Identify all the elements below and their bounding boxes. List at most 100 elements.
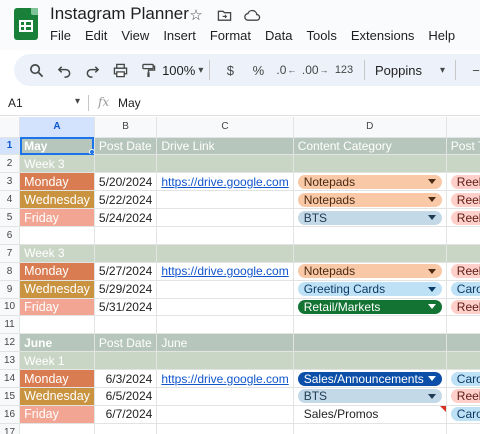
cell-d12[interactable] [293, 333, 447, 353]
cell-e1[interactable]: Post Type [446, 137, 480, 156]
cell-b13[interactable] [94, 351, 158, 371]
cell-b12[interactable]: Post Date [94, 333, 158, 353]
column-header-c[interactable]: C [156, 117, 294, 138]
cell-e9[interactable]: Carousel [446, 280, 480, 299]
row-header[interactable]: 15 [0, 387, 21, 406]
cell-d15[interactable]: BTS [293, 387, 447, 406]
cell-e3[interactable]: Reel [446, 172, 480, 192]
cell-d4[interactable]: Notepads [293, 190, 447, 210]
cell-a11[interactable] [19, 315, 95, 335]
cell-c5[interactable] [156, 208, 294, 227]
cell-a12[interactable]: June [19, 333, 95, 353]
column-header-e[interactable]: E [446, 117, 480, 138]
cell-e8[interactable]: Reel [446, 262, 480, 281]
dropdown-chip[interactable]: Reel [450, 192, 480, 207]
cell-a13[interactable]: Week 1 [19, 351, 95, 371]
cell-b4[interactable]: 5/22/2024 [94, 190, 158, 210]
cell-a4[interactable]: Wednesday [19, 190, 95, 210]
menu-file[interactable]: File [50, 28, 71, 43]
dropdown-chip[interactable]: Sales/Announcements [297, 371, 442, 386]
cell-c13[interactable] [156, 351, 294, 371]
name-box[interactable]: A1 [8, 96, 80, 110]
format-currency-button[interactable]: $ [220, 58, 240, 82]
dropdown-chip[interactable]: Retail/Markets [297, 299, 442, 314]
redo-icon[interactable] [82, 58, 102, 82]
cell-d17[interactable] [293, 423, 447, 434]
paint-format-icon[interactable] [138, 58, 158, 82]
row-header[interactable]: 8 [0, 262, 21, 281]
cell-c15[interactable] [156, 387, 294, 406]
more-formats-button[interactable]: 123 [334, 58, 354, 82]
cell-c6[interactable] [156, 226, 294, 245]
search-menus-icon[interactable] [26, 58, 46, 82]
cell-d3[interactable]: Notepads [293, 172, 447, 192]
row-header[interactable]: 2 [0, 154, 21, 174]
dropdown-chip[interactable]: Carousel [450, 371, 480, 386]
cell-a7[interactable]: Week 3 [19, 244, 95, 263]
decrease-decimal-button[interactable]: .0 ← [276, 58, 296, 82]
row-header[interactable]: 5 [0, 208, 21, 227]
cell-a9[interactable]: Wednesday [19, 280, 95, 299]
dropdown-chip[interactable]: Reel [450, 299, 480, 314]
row-header[interactable]: 11 [0, 315, 21, 335]
cell-e15[interactable]: Reel [446, 387, 480, 406]
dropdown-chip[interactable]: BTS [297, 389, 442, 404]
undo-icon[interactable] [54, 58, 74, 82]
column-header-d[interactable]: D [293, 117, 447, 138]
dropdown-chip[interactable]: BTS [297, 210, 442, 225]
document-title[interactable]: Instagram Planner [50, 4, 189, 24]
cell-c9[interactable] [156, 280, 294, 299]
cell-a3[interactable]: Monday [19, 172, 95, 192]
row-header[interactable]: 10 [0, 298, 21, 317]
cell-a1[interactable]: May [19, 137, 95, 156]
dropdown-chip[interactable]: Reel [450, 210, 480, 225]
cell-c4[interactable] [156, 190, 294, 210]
cell-e4[interactable]: Reel [446, 190, 480, 210]
cell-b15[interactable]: 6/5/2024 [94, 387, 158, 406]
cell-c8[interactable]: https://drive.google.com [156, 262, 294, 281]
cell-d6[interactable] [293, 226, 447, 245]
cell-b5[interactable]: 5/24/2024 [94, 208, 158, 227]
cell-b10[interactable]: 5/31/2024 [94, 298, 158, 317]
row-header[interactable]: 14 [0, 369, 21, 388]
cell-c2[interactable] [156, 154, 294, 174]
cell-a6[interactable] [19, 226, 95, 245]
cell-b6[interactable] [94, 226, 158, 245]
cell-a2[interactable]: Week 3 [19, 154, 95, 174]
sheets-logo-icon[interactable] [14, 8, 38, 40]
cell-e5[interactable]: Reel [446, 208, 480, 227]
menu-extensions[interactable]: Extensions [351, 28, 415, 43]
cell-e10[interactable]: Reel [446, 298, 480, 317]
menu-data[interactable]: Data [265, 28, 292, 43]
row-header[interactable]: 9 [0, 280, 21, 299]
cell-d1[interactable]: Content Category [293, 137, 447, 156]
fill-handle[interactable] [88, 149, 94, 154]
cell-d9[interactable]: Greeting Cards [293, 280, 447, 299]
cell-e17[interactable] [446, 423, 480, 434]
cell-e16[interactable]: Carousel [446, 405, 480, 424]
cell-b11[interactable] [94, 315, 158, 335]
menu-view[interactable]: View [121, 28, 149, 43]
menu-tools[interactable]: Tools [306, 28, 336, 43]
cell-b8[interactable]: 5/27/2024 [94, 262, 158, 281]
cell-c7[interactable] [156, 244, 294, 263]
dropdown-chip[interactable]: Reel [450, 389, 480, 404]
dropdown-chip[interactable]: Carousel [450, 407, 480, 422]
cell-e13[interactable] [446, 351, 480, 371]
row-header[interactable]: 13 [0, 351, 21, 371]
select-all-corner[interactable] [0, 117, 21, 138]
font-select[interactable]: Poppins [375, 58, 445, 82]
cell-c12[interactable]: June [156, 333, 294, 353]
cell-a10[interactable]: Friday [19, 298, 95, 317]
cell-b3[interactable]: 5/20/2024 [94, 172, 158, 192]
cell-b14[interactable]: 6/3/2024 [94, 369, 158, 388]
cell-d14[interactable]: Sales/Announcements [293, 369, 447, 388]
cloud-saved-icon[interactable] [243, 6, 261, 24]
cell-b16[interactable]: 6/7/2024 [94, 405, 158, 424]
dropdown-chip[interactable]: Greeting Cards [297, 282, 442, 297]
cell-e12[interactable] [446, 333, 480, 353]
cell-c3[interactable]: https://drive.google.com [156, 172, 294, 192]
increase-decimal-button[interactable]: .00 → [302, 58, 329, 82]
decrease-font-size-button[interactable]: − [466, 58, 480, 82]
cell-d2[interactable] [293, 154, 447, 174]
